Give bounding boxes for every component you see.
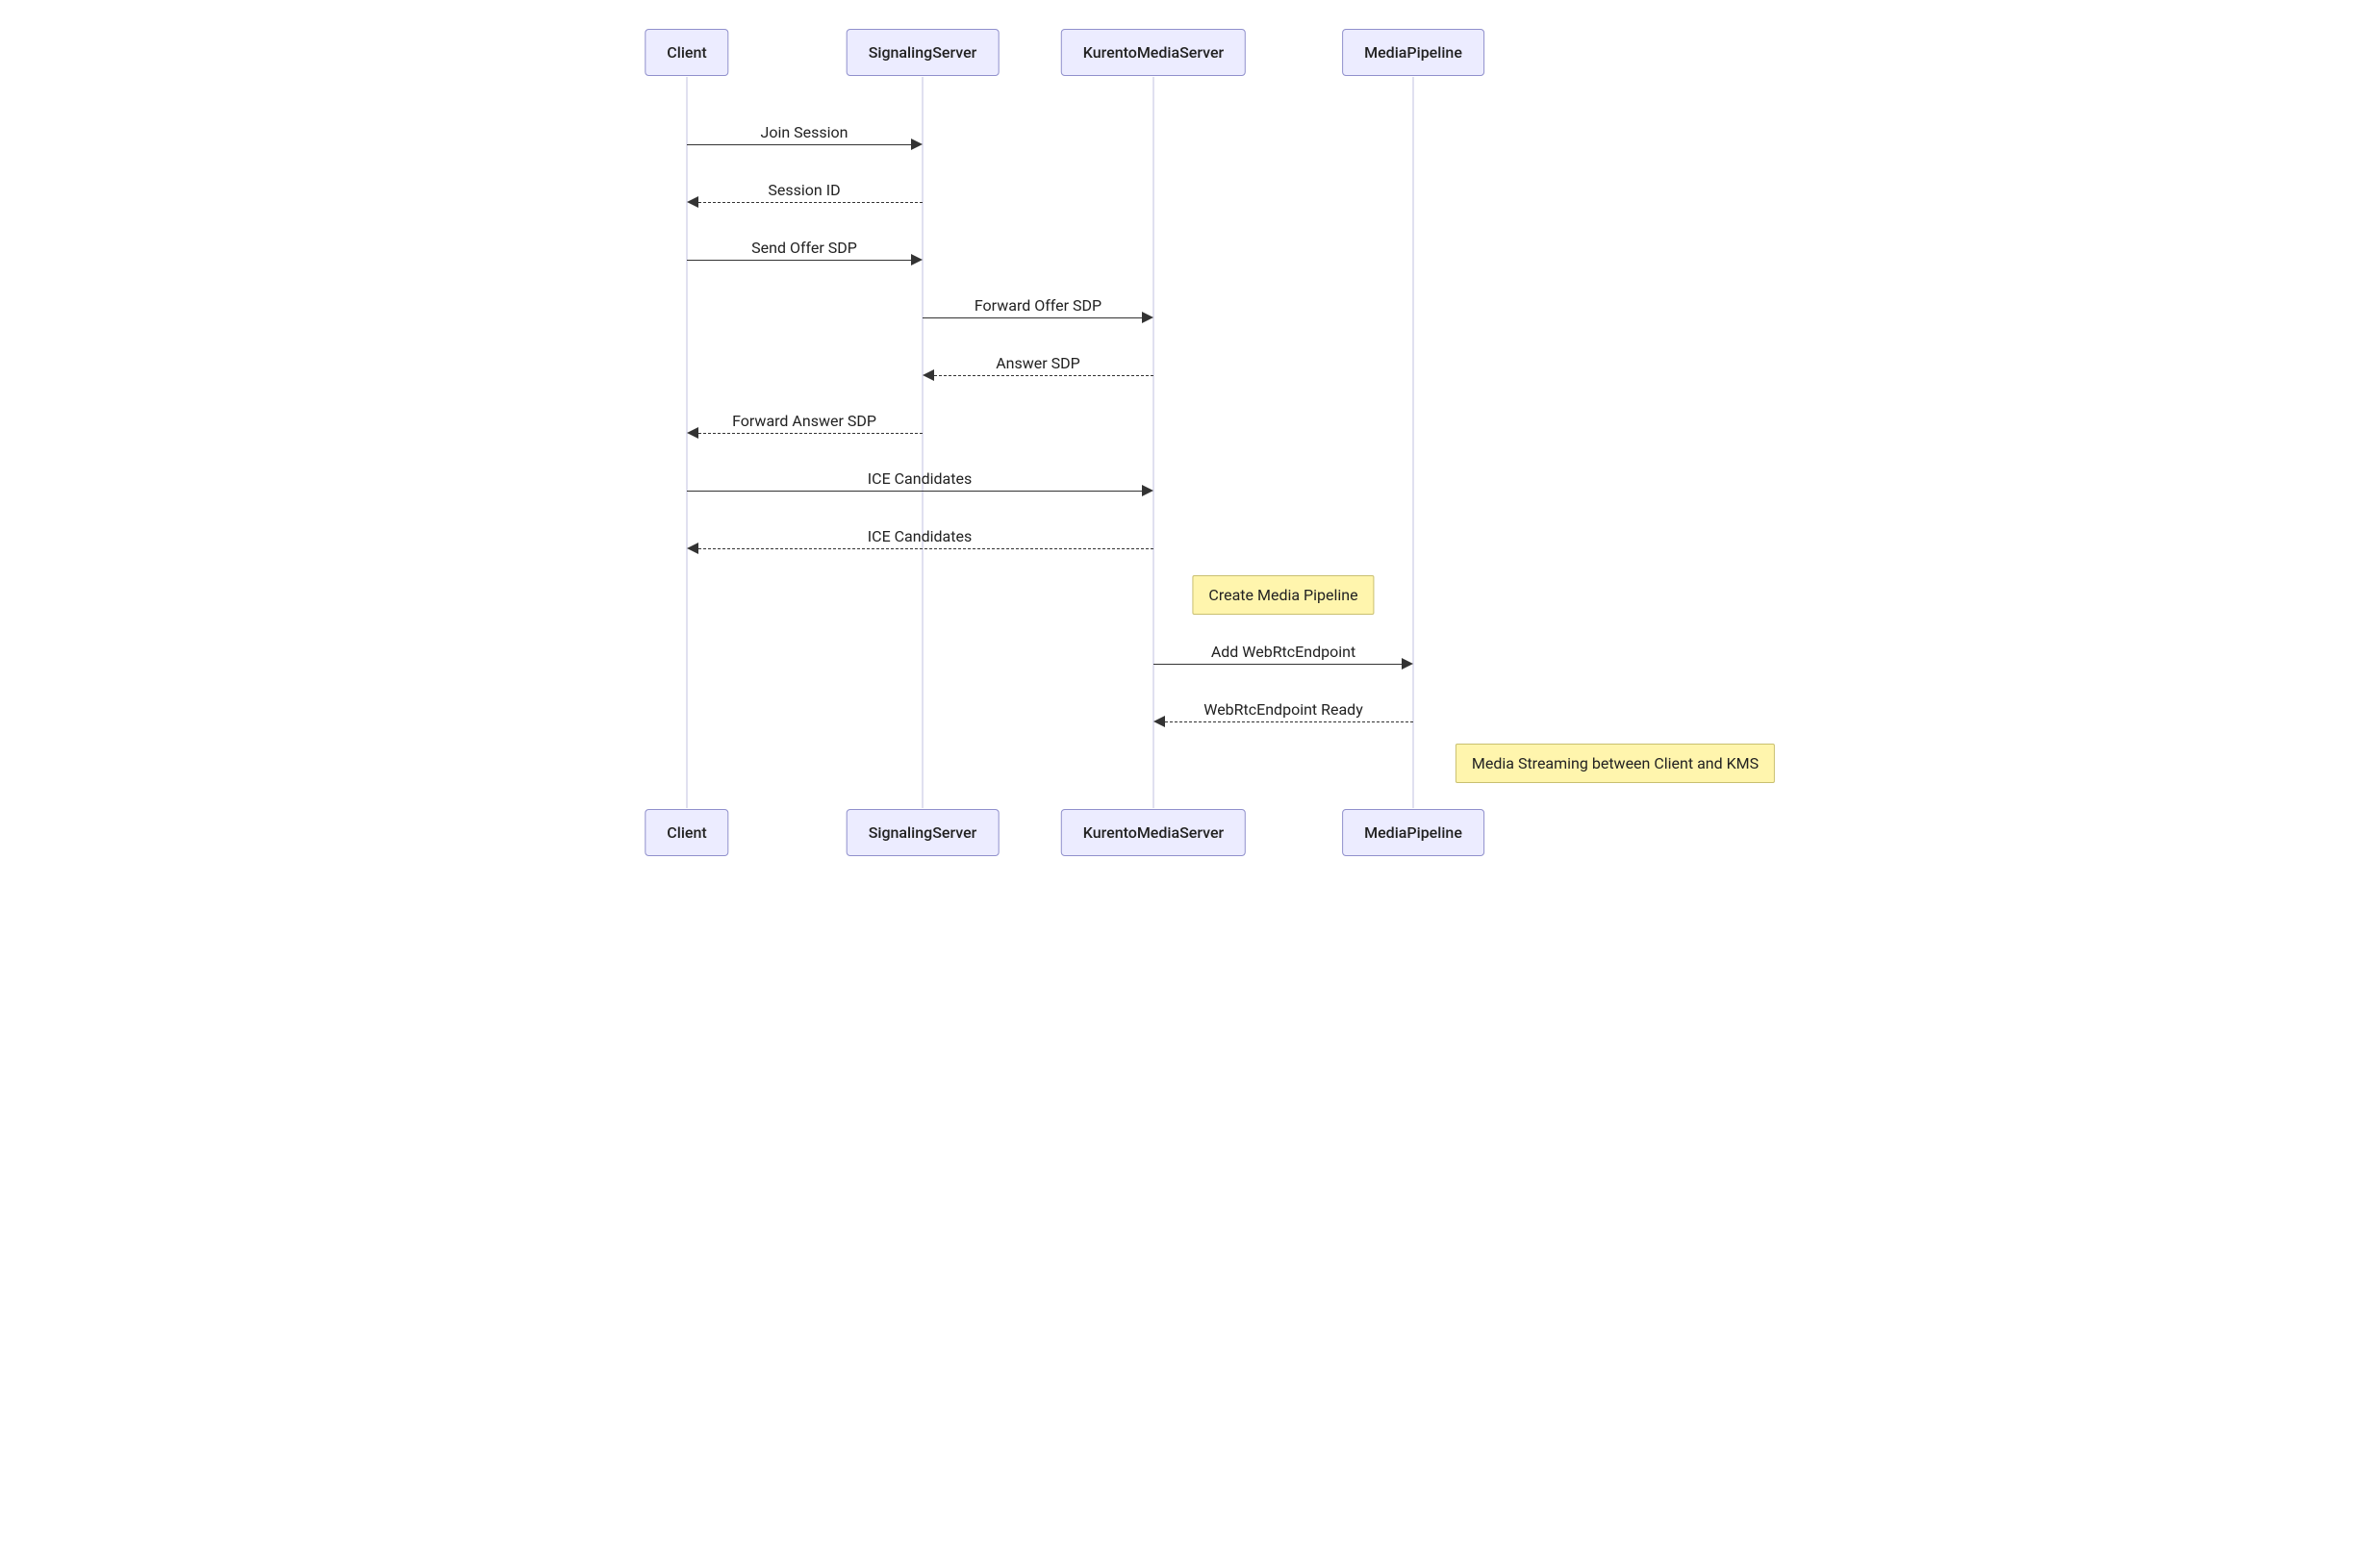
msg-arrow-session-id <box>698 202 923 203</box>
msg-label-webrtcendpoint-ready: WebRtcEndpoint Ready <box>1203 700 1363 719</box>
msg-label-ice-candidates-in: ICE Candidates <box>868 527 972 545</box>
lifeline-kms <box>1153 77 1154 808</box>
msg-label-session-id: Session ID <box>768 181 840 199</box>
msg-arrow-ice-candidates-out <box>687 491 1142 492</box>
msg-label-add-webrtcendpoint: Add WebRtcEndpoint <box>1211 643 1355 661</box>
msg-label-ice-candidates-out: ICE Candidates <box>868 469 972 488</box>
arrowhead-icon <box>687 427 698 439</box>
msg-arrow-ice-candidates-in <box>698 548 1153 549</box>
arrowhead-icon <box>687 196 698 208</box>
note-media-streaming: Media Streaming between Client and KMS <box>1456 744 1775 783</box>
actor-bottom-signaling: SignalingServer <box>847 809 1000 856</box>
msg-label-join-session: Join Session <box>761 123 848 141</box>
msg-arrow-forward-answer-sdp <box>698 433 923 434</box>
actor-top-kms: KurentoMediaServer <box>1061 29 1246 76</box>
sequence-diagram: Client SignalingServer KurentoMediaServe… <box>552 19 1803 866</box>
arrowhead-icon <box>1142 312 1153 323</box>
actor-bottom-client: Client <box>645 809 728 856</box>
actor-bottom-kms: KurentoMediaServer <box>1061 809 1246 856</box>
msg-label-send-offer-sdp: Send Offer SDP <box>751 239 857 257</box>
msg-arrow-send-offer-sdp <box>687 260 911 261</box>
arrowhead-icon <box>911 254 923 266</box>
actor-bottom-pipeline: MediaPipeline <box>1342 809 1484 856</box>
msg-arrow-add-webrtcendpoint <box>1153 664 1402 665</box>
msg-label-forward-answer-sdp: Forward Answer SDP <box>732 412 876 430</box>
msg-label-answer-sdp: Answer SDP <box>996 354 1080 372</box>
actor-top-signaling: SignalingServer <box>847 29 1000 76</box>
lifeline-pipeline <box>1413 77 1414 808</box>
msg-arrow-forward-offer-sdp <box>923 317 1142 318</box>
msg-arrow-answer-sdp <box>934 375 1153 376</box>
msg-arrow-webrtcendpoint-ready <box>1165 721 1413 722</box>
lifeline-client <box>687 77 688 808</box>
msg-label-forward-offer-sdp: Forward Offer SDP <box>975 296 1102 315</box>
actor-top-client: Client <box>645 29 728 76</box>
actor-top-pipeline: MediaPipeline <box>1342 29 1484 76</box>
lifeline-signaling <box>923 77 924 808</box>
arrowhead-icon <box>1153 716 1165 727</box>
arrowhead-icon <box>1402 658 1413 670</box>
arrowhead-icon <box>911 139 923 150</box>
arrowhead-icon <box>923 369 934 381</box>
note-create-media-pipeline: Create Media Pipeline <box>1192 575 1374 615</box>
msg-arrow-join-session <box>687 144 911 145</box>
arrowhead-icon <box>1142 485 1153 496</box>
arrowhead-icon <box>687 543 698 554</box>
